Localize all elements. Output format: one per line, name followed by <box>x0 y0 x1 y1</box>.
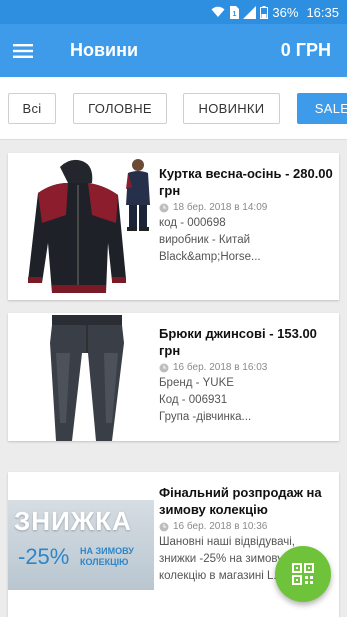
sim-1-icon: 1 <box>229 5 240 19</box>
news-card[interactable]: Брюки джинсові - 153.00 грн 16 бер. 2018… <box>8 313 339 441</box>
qr-scan-button[interactable] <box>275 546 331 602</box>
filter-all[interactable]: Всі <box>8 93 56 124</box>
page-title: Новини <box>70 40 139 60</box>
news-title: Брюки джинсові - 153.00 грн <box>159 326 317 358</box>
clock-icon <box>159 522 169 531</box>
svg-text:1: 1 <box>233 11 237 18</box>
news-title: Фінальний розпродаж на зимову колекцію <box>159 485 322 517</box>
news-card[interactable]: Куртка весна-осінь - 280.00 грн 18 бер. … <box>8 153 339 300</box>
battery-percent: 36% <box>272 4 299 20</box>
hamburger-menu-icon <box>13 43 33 58</box>
cart-total[interactable]: 0 ГРН <box>281 40 331 61</box>
filter-tabs: Всі ГОЛОВНЕ НОВИНКИ SALE <box>0 77 347 140</box>
clock-icon <box>159 363 169 372</box>
news-line: Група -дівчинка... <box>159 411 252 423</box>
clock-icon <box>159 203 169 212</box>
news-line: виробник - Китай <box>159 234 251 246</box>
filter-new[interactable]: НОВИНКИ <box>183 93 280 124</box>
news-line: Бренд - YUKE <box>159 377 234 389</box>
menu-button[interactable] <box>0 24 46 77</box>
banner-caption: КОЛЕКЦІЮ <box>80 557 129 567</box>
signal-icon <box>243 5 257 19</box>
news-line: Код - 006931 <box>159 394 228 406</box>
banner-discount: -25% <box>18 544 70 569</box>
news-line: код - 000698 <box>159 217 226 229</box>
news-line: Black&amp;Horse... <box>159 251 261 263</box>
news-date: 16 бер. 2018 в 16:03 <box>173 362 268 373</box>
battery-icon <box>260 5 269 19</box>
status-bar: 1 36% 16:35 <box>0 0 347 24</box>
sale-banner-image: ЗНИЖКА -25% НА ЗИМОВУ КОЛЕКЦІЮ <box>8 500 154 590</box>
filter-sale[interactable]: SALE <box>297 93 347 124</box>
news-date: 18 бер. 2018 в 14:09 <box>173 202 268 213</box>
app-bar: Новини 0 ГРН <box>0 24 347 77</box>
news-title: Куртка весна-осінь - 280.00 грн <box>159 166 333 198</box>
jeans-image <box>8 313 154 441</box>
clock: 16:35 <box>306 4 339 20</box>
news-date: 16 бер. 2018 в 10:36 <box>173 521 268 532</box>
jacket-image <box>8 153 154 300</box>
wifi-icon <box>211 6 225 18</box>
banner-headline: ЗНИЖКА <box>14 506 132 536</box>
qr-code-icon <box>292 563 314 585</box>
banner-caption: НА ЗИМОВУ <box>80 546 134 556</box>
filter-main[interactable]: ГОЛОВНЕ <box>73 93 167 124</box>
